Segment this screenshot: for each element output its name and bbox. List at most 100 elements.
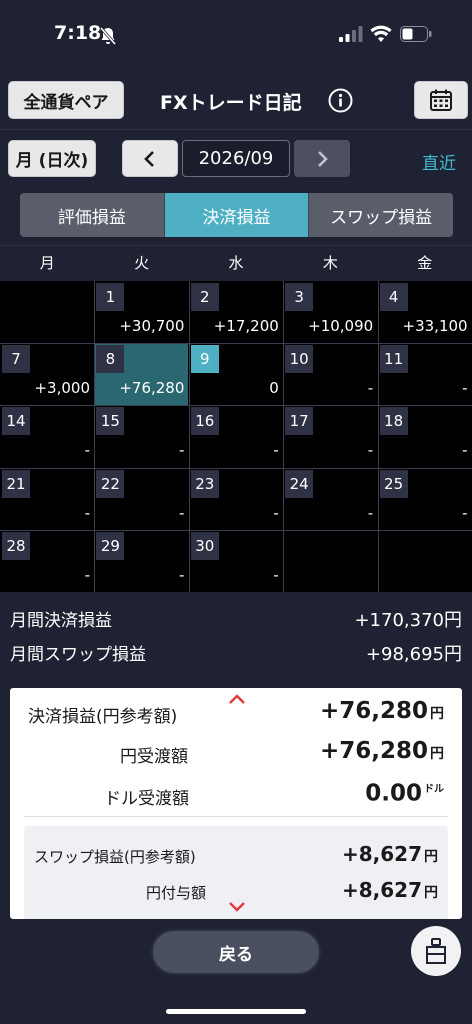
weekday-header: 月 火 水 木 金 [0, 247, 472, 280]
tab-unrealized[interactable]: 評価損益 [20, 193, 165, 237]
day-pl-value: +76,280 [119, 379, 185, 398]
battery-icon [400, 26, 432, 42]
chevron-left-icon [144, 150, 154, 167]
settled-pl-value: +76,280 円 [319, 698, 444, 724]
bell-off-icon [99, 27, 117, 45]
day-detail-panel[interactable]: 決済損益(円参考額) +76,280 円 円受渡額 +76,280 円 ドル受渡額 … [10, 688, 462, 919]
calendar-day-16[interactable]: 16 - [189, 406, 283, 468]
currency-pair-button[interactable]: 全通貨ペア [8, 81, 124, 119]
day-pl-value: +17,200 [213, 317, 279, 335]
day-pl-value: - [84, 565, 90, 584]
day-number: 28 [2, 531, 30, 560]
swap-grant-value: +8,627 円 [341, 878, 438, 902]
calendar-day-18[interactable]: 18 - [378, 406, 472, 468]
calendar-day-14[interactable]: 14 - [1, 406, 94, 468]
day-pl-value: - [367, 503, 374, 522]
calendar-day-9[interactable]: 90 [189, 344, 283, 406]
calendar-day-1[interactable]: 1 +30,700 [95, 282, 189, 343]
grid-line [377, 281, 379, 592]
calendar-day-10[interactable]: 10 - [284, 344, 378, 406]
calendar-day-21[interactable]: 21 - [1, 468, 94, 530]
day-number: 16 [190, 407, 219, 436]
info-icon[interactable] [328, 88, 353, 113]
wifi-icon [370, 25, 392, 42]
day-number: 10 [285, 345, 314, 374]
calendar-day-29[interactable]: 29 - [95, 530, 189, 592]
tab-settled[interactable]: 決済損益 [164, 193, 310, 237]
calendar-empty-cell [1, 282, 94, 343]
day-number: 1 [96, 283, 125, 311]
grid-line [94, 281, 96, 592]
day-number: 4 [379, 283, 408, 311]
calendar-day-2[interactable]: 2 +17,200 [189, 282, 283, 343]
jpy-delivery-row: 円受渡額 +76,280 円 [10, 734, 462, 774]
calendar-grid: 1 +30,700 2 +17,200 3 +10,090 4 +33,100 7 +3,000 8… [0, 281, 472, 592]
signal-icon [339, 26, 363, 42]
calendar-day-30[interactable]: 30 - [189, 530, 283, 592]
monthly-settled-row: 月間決済損益 +170,370円 [10, 606, 462, 632]
weekday-wed: 水 [228, 254, 244, 272]
weekday-thu: 木 [322, 254, 338, 272]
day-number: 18 [379, 407, 408, 436]
calendar-day-28[interactable]: 28 - [1, 530, 94, 592]
monthly-swap-value: +98,695円 [365, 644, 462, 665]
day-number: 25 [379, 469, 408, 498]
settled-pl-label: 決済損益(円参考額) [28, 707, 178, 727]
calendar-day-7[interactable]: 7 +3,000 [1, 344, 94, 406]
calendar-day-17[interactable]: 17 - [284, 406, 378, 468]
calendar-day-24[interactable]: 24 - [284, 468, 378, 530]
pl-type-tabs: 評価損益 決済損益 スワップ損益 [20, 193, 453, 237]
back-button[interactable]: 戻る [151, 929, 321, 975]
calendar-day-4[interactable]: 4 +33,100 [378, 282, 472, 343]
day-pl-value: - [273, 565, 279, 584]
grid-line [0, 529, 472, 531]
day-pl-value: +10,090 [308, 317, 374, 335]
latest-link[interactable]: 直近 [422, 149, 456, 174]
day-number: 23 [190, 469, 219, 498]
status-time: 7:18 [54, 22, 102, 44]
day-number: 17 [285, 407, 314, 436]
calendar-day-15[interactable]: 15 - [95, 406, 189, 468]
current-month[interactable]: 2026/09 [182, 140, 290, 177]
jpy-delivery-value: +76,280 円 [319, 738, 444, 764]
header-divider [0, 129, 472, 130]
home-indicator [166, 1009, 306, 1014]
next-month-button[interactable] [294, 140, 350, 177]
calendar-day-8[interactable]: 8 +76,280 [95, 344, 189, 406]
calendar-day-23[interactable]: 23 - [189, 468, 283, 530]
day-number: 24 [285, 469, 314, 498]
view-mode-button[interactable]: 月 (日次) [8, 140, 96, 177]
weekday-fri: 金 [417, 254, 433, 272]
chevron-down-icon[interactable] [227, 900, 247, 914]
menu-icon [426, 938, 446, 964]
calendar-day-11[interactable]: 11 - [378, 344, 472, 406]
prev-month-button[interactable] [122, 140, 178, 177]
calendar-day-25[interactable]: 25 - [378, 468, 472, 530]
grid-line [283, 281, 285, 592]
menu-fab[interactable] [411, 926, 461, 976]
day-number: 11 [379, 345, 408, 374]
day-number: 22 [96, 469, 125, 498]
day-number: 7 [2, 345, 30, 374]
calendar-day-22[interactable]: 22 - [95, 468, 189, 530]
day-pl-value: - [462, 379, 468, 398]
panel-divider [24, 816, 448, 817]
day-pl-value: - [367, 441, 374, 460]
calendar-day-3[interactable]: 3 +10,090 [284, 282, 378, 343]
day-pl-value: - [178, 503, 185, 522]
grid-line [188, 281, 190, 592]
day-number: 9 [190, 345, 219, 374]
day-pl-value: +33,100 [402, 317, 468, 335]
monthly-swap-row: 月間スワップ損益 +98,695円 [10, 640, 462, 666]
day-pl-value: - [462, 441, 468, 460]
day-number: 29 [96, 531, 125, 560]
day-number: 15 [96, 407, 125, 436]
day-pl-value: +30,700 [119, 317, 185, 335]
calendar-button[interactable] [414, 81, 468, 119]
grid-line [0, 343, 472, 345]
day-number: 3 [285, 283, 314, 311]
day-pl-value: - [178, 441, 185, 460]
calendar-empty-cell [284, 530, 378, 592]
tab-swap[interactable]: スワップ損益 [309, 193, 453, 237]
usd-delivery-label: ドル受渡額 [104, 789, 189, 809]
